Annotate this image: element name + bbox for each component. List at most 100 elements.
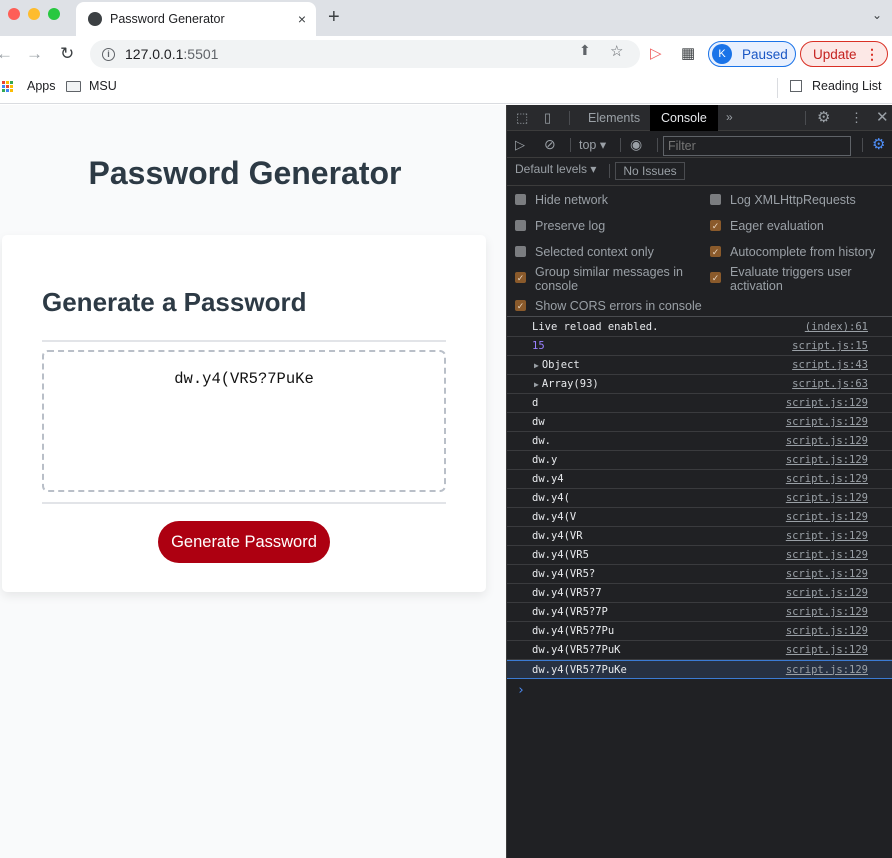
console-message: dw.y4(VR5 script.js:129 <box>507 546 892 565</box>
bookmarks-bar: Apps MSU Reading List <box>0 72 892 104</box>
tab-elements[interactable]: Elements <box>577 105 651 131</box>
console-message[interactable]: ▶ Object script.js:43 <box>507 356 892 375</box>
console-filter-input[interactable] <box>663 136 851 156</box>
page-title: Password Generator <box>88 155 402 191</box>
divider <box>777 78 778 98</box>
devtools-menu-icon[interactable]: ⋮ <box>850 110 863 126</box>
profile-button[interactable]: K Paused <box>708 41 796 67</box>
console-source-link[interactable]: script.js:129 <box>786 644 868 656</box>
extensions-puzzle-icon[interactable]: ▦ <box>681 44 695 62</box>
checkbox-checked[interactable]: ✓ <box>710 246 721 257</box>
console-source-link[interactable]: (index):61 <box>805 321 868 333</box>
console-source-link[interactable]: script.js:129 <box>786 549 868 561</box>
console-source-link[interactable]: script.js:129 <box>786 587 868 599</box>
console-message-value: dw.y4(VR5?7Pu <box>532 625 615 637</box>
console-source-link[interactable]: script.js:129 <box>786 416 868 428</box>
checkbox[interactable] <box>710 194 721 205</box>
console-message: dw.y4(VR5?7 script.js:129 <box>507 584 892 603</box>
reading-list-button[interactable]: Reading List <box>790 79 882 93</box>
setting-log-xhr[interactable]: Log XMLHttpRequests <box>710 193 890 207</box>
console-source-link[interactable]: script.js:129 <box>786 568 868 580</box>
expand-triangle-icon[interactable]: ▶ <box>534 361 539 370</box>
divider <box>657 138 658 152</box>
console-source-link[interactable]: script.js:129 <box>786 625 868 637</box>
setting-selected-context-only[interactable]: Selected context only <box>515 245 695 259</box>
console-message[interactable]: ▶ Array(93) script.js:63 <box>507 375 892 394</box>
console-source-link[interactable]: script.js:129 <box>786 511 868 523</box>
device-toolbar-icon[interactable]: ▯ <box>544 110 551 126</box>
live-expression-eye-icon[interactable]: ◉ <box>630 136 642 153</box>
console-source-link[interactable]: script.js:63 <box>792 378 868 390</box>
console-source-link[interactable]: script.js:129 <box>786 492 868 504</box>
setting-evaluate-triggers[interactable]: ✓ Evaluate triggers user activation <box>710 265 870 293</box>
password-output[interactable]: dw.y4(VR5?7PuKe <box>42 350 446 492</box>
reload-icon[interactable]: ↻ <box>60 44 74 64</box>
update-label: Update <box>813 46 857 62</box>
generator-card: Generate a Password dw.y4(VR5?7PuKe Gene… <box>2 235 486 592</box>
console-source-link[interactable]: script.js:129 <box>786 435 868 447</box>
new-tab-button[interactable]: + <box>328 6 340 29</box>
console-prompt[interactable]: › <box>517 683 525 698</box>
setting-eager-evaluation[interactable]: ✓ Eager evaluation <box>710 219 890 233</box>
update-button[interactable]: Update ⋮ <box>800 41 888 67</box>
tab-search-chevron-icon[interactable]: ⌄ <box>872 8 882 22</box>
devtools-panel: ⬚ ▯ Elements Console » ⚙ ⋮ ✕ ▷ ⊘ top ▾ ◉… <box>506 105 892 858</box>
console-settings-gear-icon[interactable]: ⚙ <box>872 135 885 153</box>
log-levels-dropdown[interactable]: Default levels ▾ <box>515 162 596 176</box>
context-selector[interactable]: top ▾ <box>579 137 606 152</box>
inspect-element-icon[interactable]: ⬚ <box>516 110 528 126</box>
close-devtools-icon[interactable]: ✕ <box>876 108 889 126</box>
share-icon[interactable]: ⬆ <box>579 42 591 59</box>
minimize-window-button[interactable] <box>28 8 40 20</box>
console-source-link[interactable]: script.js:129 <box>786 664 868 676</box>
setting-group-similar[interactable]: ✓ Group similar messages in console <box>515 265 695 293</box>
close-tab-icon[interactable]: × <box>298 11 306 27</box>
setting-label: Preserve log <box>535 219 606 233</box>
issues-button[interactable]: No Issues <box>615 162 685 180</box>
site-info-icon[interactable]: i <box>102 47 115 61</box>
console-source-link[interactable]: script.js:15 <box>792 340 868 352</box>
checkbox-checked[interactable]: ✓ <box>515 300 526 311</box>
apps-grid-icon <box>2 80 13 92</box>
console-message-value: dw.y4(VR5? <box>532 568 596 580</box>
checkbox[interactable] <box>515 194 526 205</box>
checkbox-checked[interactable]: ✓ <box>710 272 721 283</box>
console-source-link[interactable]: script.js:129 <box>786 606 868 618</box>
tab-console[interactable]: Console <box>650 105 718 131</box>
reading-list-icon <box>790 80 802 92</box>
console-message: dw.y4(script.js:129 <box>507 489 892 508</box>
clear-console-icon[interactable]: ⊘ <box>544 136 556 153</box>
console-source-link[interactable]: script.js:129 <box>786 454 868 466</box>
console-message: dw.y4(V script.js:129 <box>507 508 892 527</box>
setting-hide-network[interactable]: Hide network <box>515 193 695 207</box>
setting-preserve-log[interactable]: Preserve log <box>515 219 695 233</box>
checkbox[interactable] <box>515 246 526 257</box>
expand-triangle-icon[interactable]: ▶ <box>534 380 539 389</box>
sidebar-toggle-icon[interactable]: ▷ <box>515 137 525 153</box>
extension-cast-icon[interactable]: ▷ <box>650 44 662 62</box>
forward-icon[interactable]: → <box>26 44 43 64</box>
bookmark-star-icon[interactable]: ☆ <box>610 42 623 60</box>
console-message: dw.y4(VR5? script.js:129 <box>507 565 892 584</box>
console-source-link[interactable]: script.js:129 <box>786 397 868 409</box>
maximize-window-button[interactable] <box>48 8 60 20</box>
bookmark-msu[interactable]: MSU <box>66 79 117 93</box>
browser-tab[interactable]: Password Generator × <box>76 2 316 36</box>
bookmark-apps[interactable]: Apps <box>2 79 56 93</box>
console-source-link[interactable]: script.js:43 <box>792 359 868 371</box>
console-source-link[interactable]: script.js:129 <box>786 530 868 542</box>
close-window-button[interactable] <box>8 8 20 20</box>
setting-show-cors-errors[interactable]: ✓ Show CORS errors in console <box>515 299 715 313</box>
checkbox[interactable] <box>515 220 526 231</box>
settings-gear-icon[interactable]: ⚙ <box>817 108 830 126</box>
checkbox-checked[interactable]: ✓ <box>515 272 526 283</box>
divider <box>609 164 610 178</box>
setting-autocomplete-history[interactable]: ✓ Autocomplete from history <box>710 245 890 259</box>
console-message: d script.js:129 <box>507 394 892 413</box>
checkbox-checked[interactable]: ✓ <box>710 220 721 231</box>
more-tabs-icon[interactable]: » <box>726 110 733 124</box>
back-icon[interactable]: ← <box>0 44 13 64</box>
generate-password-button[interactable]: Generate Password <box>158 521 330 563</box>
address-bar[interactable]: i 127.0.0.1:5501 <box>90 40 640 68</box>
console-source-link[interactable]: script.js:129 <box>786 473 868 485</box>
